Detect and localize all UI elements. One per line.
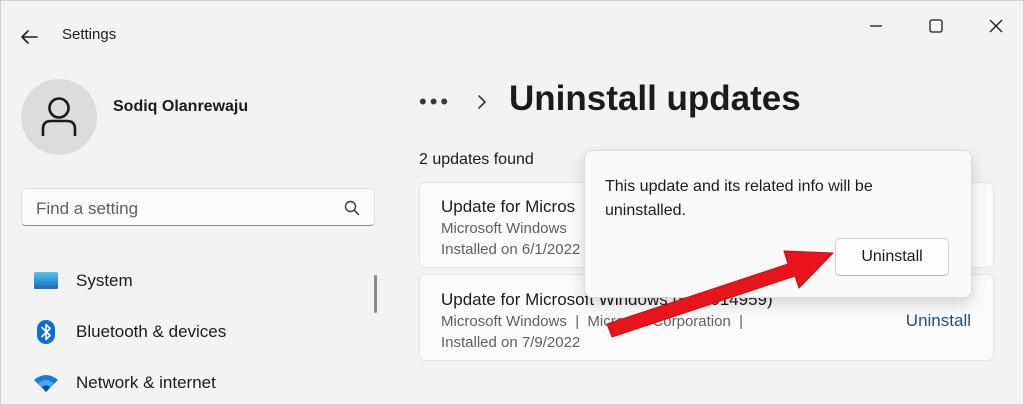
bluetooth-icon <box>31 320 61 344</box>
wifi-icon <box>31 371 61 395</box>
update-title: Update for Micros <box>441 197 576 216</box>
breadcrumb: ••• <box>419 79 493 125</box>
back-button[interactable] <box>15 23 43 51</box>
back-arrow-icon <box>21 30 38 44</box>
person-icon <box>41 97 77 136</box>
update-installed-date: Installed on 6/1/2022 <box>441 241 581 258</box>
breadcrumb-more-button[interactable]: ••• <box>419 89 459 115</box>
page-title: Uninstall updates <box>509 79 801 118</box>
maximize-button[interactable] <box>913 9 959 43</box>
sidebar-item-system[interactable]: System <box>23 261 353 301</box>
uninstall-link[interactable]: Uninstall <box>906 311 971 331</box>
minimize-icon <box>870 25 882 27</box>
avatar[interactable] <box>21 79 97 155</box>
updates-count: 2 updates found <box>419 151 534 168</box>
uninstall-confirmation-flyout: This update and its related info will be… <box>584 150 972 298</box>
update-publisher: Microsoft Windows <box>441 220 567 237</box>
flyout-message: This update and its related info will be… <box>605 178 873 219</box>
settings-window: Settings Sodiq Olanrewaju Find a setting… <box>0 0 1024 405</box>
sidebar-item-label: Network & internet <box>76 373 216 392</box>
monitor-icon <box>31 269 61 293</box>
title-bar: Settings <box>1 1 1023 71</box>
sidebar-item-network-internet[interactable]: Network & internet <box>23 363 353 403</box>
update-installed-date: Installed on 7/9/2022 <box>441 334 581 351</box>
confirm-uninstall-button[interactable]: Uninstall <box>835 238 949 276</box>
app-title: Settings <box>62 26 117 43</box>
user-name: Sodiq Olanrewaju <box>113 98 249 115</box>
search-icon[interactable] <box>344 200 360 216</box>
search-box[interactable] <box>21 188 375 226</box>
maximize-icon <box>929 19 943 33</box>
sidebar-item-label: System <box>76 271 133 290</box>
chevron-right-icon <box>477 94 493 110</box>
close-icon <box>989 19 1003 33</box>
search-input[interactable] <box>34 197 338 221</box>
sidebar-item-bluetooth-devices[interactable]: Bluetooth & devices <box>23 312 353 352</box>
close-button[interactable] <box>973 9 1019 43</box>
update-publisher: Microsoft Windows | Microsoft Corporatio… <box>441 313 744 330</box>
sidebar-item-label: Bluetooth & devices <box>76 322 227 341</box>
minimize-button[interactable] <box>853 9 899 43</box>
sidebar-scrollbar[interactable] <box>374 275 377 313</box>
